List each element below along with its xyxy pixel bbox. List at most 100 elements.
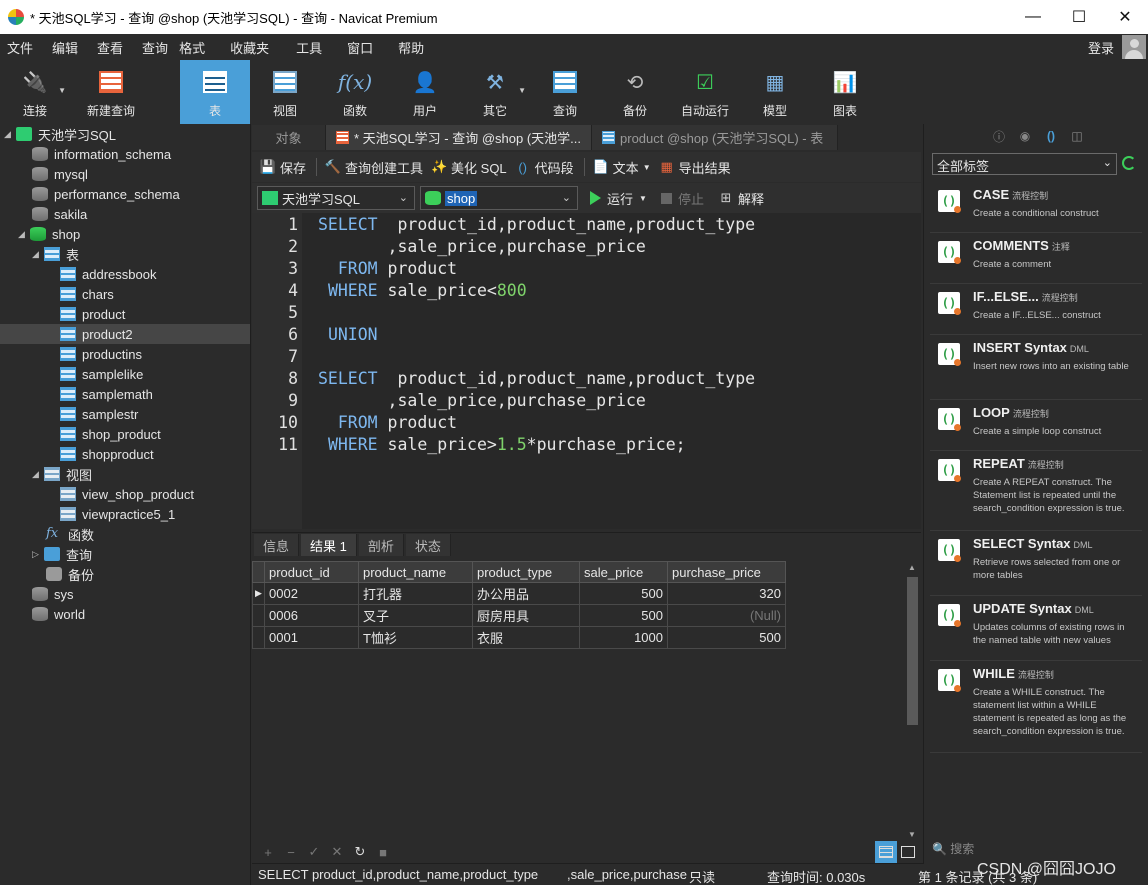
chart-button[interactable]: 📊 图表 [810,60,880,124]
tab-status[interactable]: 状态 [405,534,451,556]
expand-toggle-icon[interactable]: ◢ [4,129,16,140]
tree-db-shop[interactable]: ◢ shop [18,224,80,244]
tab-objects[interactable]: 对象 [252,125,326,150]
tree-connection[interactable]: ◢ 天池学习SQL [4,124,116,144]
tree-table-addressbook[interactable]: addressbook [60,264,156,284]
tree-db-information-schema[interactable]: information_schema [32,144,171,164]
tab-result-1[interactable]: 结果 1 [301,534,357,556]
tree-table-product2[interactable]: product2 [0,324,250,344]
menu-edit[interactable]: 编辑 [45,38,90,57]
chevron-down-icon[interactable]: ▼ [518,86,526,95]
snippet-case[interactable]: () CASE 流程控制 Create a conditional constru… [930,182,1142,233]
model-button[interactable]: ▦ 模型 [740,60,810,124]
info-icon[interactable]: ⓘ [992,129,1006,144]
snippet-select[interactable]: () SELECT Syntax DML Retrieve rows select… [930,531,1142,596]
tree-table-productins[interactable]: productins [60,344,142,364]
chevron-down-icon[interactable]: ▼ [639,194,647,203]
delete-record-icon[interactable]: − [284,845,298,860]
menu-favorites[interactable]: 收藏夹 [223,38,289,57]
column-header[interactable]: product_type [472,561,580,583]
stop-icon[interactable]: ■ [376,845,390,860]
refresh-icon[interactable]: ↻ [353,844,367,860]
snippet-if-else[interactable]: () IF...ELSE... 流程控制 Create a IF...ELSE..… [930,284,1142,335]
query-button[interactable]: 查询 [530,60,600,124]
grid-cell[interactable]: 500 [667,626,786,649]
tree-table-shop-product[interactable]: shop_product [60,424,161,444]
menu-file[interactable]: 文件 [0,38,45,57]
expand-toggle-icon[interactable]: ◢ [32,469,44,480]
tree-db-sys[interactable]: sys [32,584,74,604]
tree-queries-folder[interactable]: ▷ 查询 [32,544,92,564]
menu-format[interactable]: 格式 [172,38,223,57]
column-header[interactable]: purchase_price [667,561,786,583]
tree-db-mysql[interactable]: mysql [32,164,88,184]
tab-info[interactable]: 信息 [254,534,300,556]
tree-db-performance-schema[interactable]: performance_schema [32,184,180,204]
minimize-button[interactable]: — [1010,0,1056,34]
add-record-icon[interactable]: + [261,845,275,860]
result-scrollbar[interactable]: ▲ ▼ [905,561,920,841]
tree-views-folder[interactable]: ◢ 视图 [32,464,92,484]
snippet-while[interactable]: () WHILE 流程控制 Create a WHILE construct. T… [930,661,1142,753]
eye-icon[interactable]: ◉ [1018,129,1032,143]
scroll-down-icon[interactable]: ▼ [908,830,916,839]
others-button[interactable]: ⚒ 其它 ▼ [460,60,530,124]
tree-table-samplemath[interactable]: samplemath [60,384,153,404]
maximize-button[interactable]: ☐ [1056,0,1102,34]
refresh-icon[interactable] [1122,156,1136,170]
tree-view-practice[interactable]: viewpractice5_1 [60,504,175,524]
expand-toggle-icon[interactable]: ◢ [32,249,44,260]
grid-cell[interactable]: 320 [667,582,786,605]
grid-cell[interactable]: (Null) [667,604,786,627]
table-row[interactable]: ▶ 0002 打孔器 办公用品 500 320 [252,582,786,605]
tree-tables-folder[interactable]: ◢ 表 [32,244,79,264]
tree-table-chars[interactable]: chars [60,284,114,304]
login-link[interactable]: 登录 [1088,38,1114,57]
new-query-button[interactable]: 新建查询 [70,60,152,124]
grid-cell[interactable]: 0002 [264,582,359,605]
form-view-button[interactable] [897,841,919,863]
query-builder-button[interactable]: 🔨 查询创建工具 [325,158,423,177]
stop-button[interactable]: 停止 [660,189,704,208]
discard-icon[interactable]: ✕ [330,844,344,860]
chevron-down-icon[interactable]: ▼ [58,86,66,95]
snippet-button[interactable]: () 代码段 [515,158,573,177]
export-result-button[interactable]: ▦ 导出结果 [659,158,730,177]
function-button[interactable]: f(x) 函数 [320,60,390,124]
grid-cell[interactable]: 500 [579,582,668,605]
tree-table-samplelike[interactable]: samplelike [60,364,143,384]
menu-query[interactable]: 查询 [135,38,172,57]
split-icon[interactable]: ◫ [1070,129,1084,143]
grid-cell[interactable]: 0006 [264,604,359,627]
grid-cell[interactable]: 叉子 [358,604,473,627]
tab-product-table[interactable]: product @shop (天池学习SQL) - 表 [592,125,839,150]
run-button[interactable]: 运行 ▼ [590,189,647,208]
database-select[interactable]: shop ⌄ [420,186,578,210]
avatar[interactable] [1122,35,1146,59]
column-header[interactable]: product_name [358,561,473,583]
beautify-sql-button[interactable]: ✨ 美化 SQL [431,158,507,177]
grid-cell[interactable]: 办公用品 [472,582,580,605]
tab-profile[interactable]: 剖析 [358,534,404,556]
sql-editor[interactable]: 1 2 3 4 5 6 7 8 9 10 11 SELECT product_i… [252,213,921,529]
view-button[interactable]: 视图 [250,60,320,124]
user-button[interactable]: 👤 用户 [390,60,460,124]
tree-table-shopproduct[interactable]: shopproduct [60,444,154,464]
explain-button[interactable]: ⊞ 解释 [718,189,764,208]
column-header[interactable]: sale_price [579,561,668,583]
tag-filter-select[interactable]: 全部标签 ⌄ [932,153,1117,175]
apply-icon[interactable]: ✓ [307,844,321,860]
scroll-up-icon[interactable]: ▲ [908,563,916,572]
table-row[interactable]: 0001 T恤衫 衣服 1000 500 [252,626,786,649]
grid-cell[interactable]: 1000 [579,626,668,649]
tree-db-world[interactable]: world [32,604,85,624]
grid-cell[interactable]: 500 [579,604,668,627]
grid-cell[interactable]: T恤衫 [358,626,473,649]
connection-select[interactable]: 天池学习SQL ⌄ [257,186,415,210]
tab-query[interactable]: * 天池SQL学习 - 查询 @shop (天池学... [326,125,593,150]
backup-button[interactable]: ⟲ 备份 [600,60,670,124]
tree-table-samplestr[interactable]: samplestr [60,404,138,424]
grid-cell[interactable]: 0001 [264,626,359,649]
snippet-search[interactable]: 🔍 搜索 [932,840,974,857]
tree-view-shop-product[interactable]: view_shop_product [60,484,194,504]
